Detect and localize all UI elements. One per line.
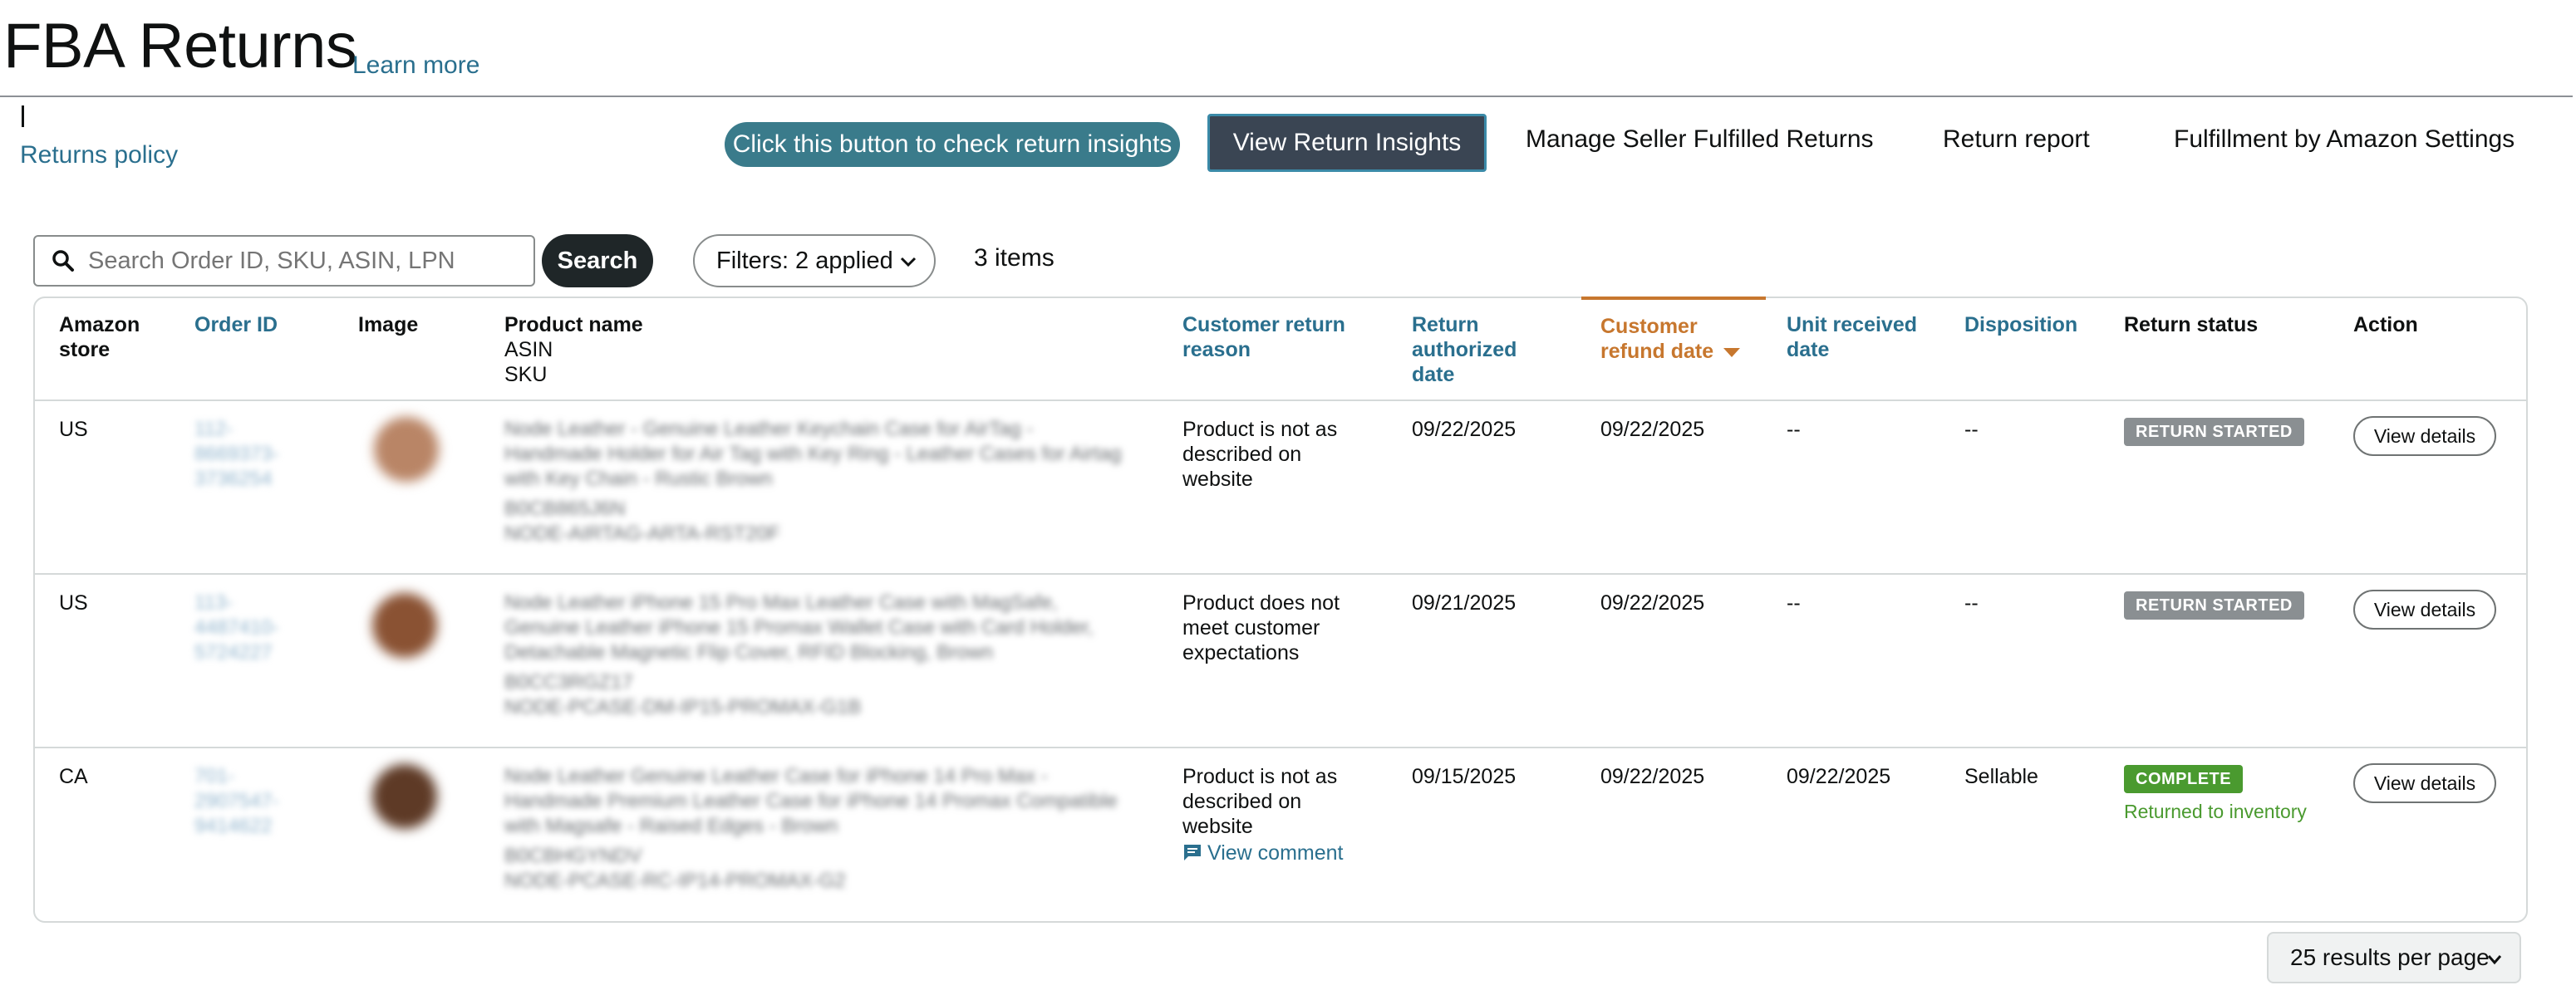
search-input[interactable] — [86, 246, 522, 276]
header-customer-return-reason[interactable]: Customer return reason — [1182, 312, 1345, 362]
filters-label: Filters: 2 applied — [716, 247, 893, 274]
text-cursor — [22, 105, 24, 127]
status-badge: COMPLETE — [2124, 765, 2244, 793]
cell-store: CA — [59, 765, 88, 788]
header-product-name: Product name ASIN SKU — [504, 313, 643, 386]
row-divider — [35, 747, 2526, 748]
order-id-link[interactable]: 112- 8669373- 3736254 — [194, 417, 278, 492]
insights-hint-bubble: Click this button to check return insigh… — [725, 122, 1180, 167]
search-button[interactable]: Search — [542, 234, 653, 287]
cell-return-reason: Product does not meet customer expectation… — [1182, 591, 1340, 664]
page-title: FBA Returns — [3, 11, 357, 81]
view-return-insights-button[interactable]: View Return Insights — [1207, 114, 1487, 172]
sort-descending-icon — [1723, 339, 1741, 364]
header-action: Action — [2353, 313, 2418, 336]
return-report-link[interactable]: Return report — [1943, 125, 2090, 154]
cell-return-reason: Product is not as described on website Vie… — [1182, 764, 1344, 867]
cell-refund-date: 09/22/2025 — [1600, 418, 1705, 441]
product-info[interactable]: Node Leather - Genuine Leather Keychain … — [504, 417, 1153, 547]
header-amazon-store: Amazon store — [59, 313, 140, 361]
returns-policy-link[interactable]: Returns policy — [20, 141, 178, 169]
order-id-link[interactable]: 113- 4487410- 5724227 — [194, 591, 278, 665]
title-divider — [0, 96, 2573, 97]
cell-store: US — [59, 418, 88, 441]
comment-icon — [1182, 842, 1202, 867]
sorted-column-indicator — [1581, 297, 1766, 300]
header-unit-received-date[interactable]: Unit received date — [1787, 312, 1917, 362]
chevron-down-icon — [897, 251, 919, 279]
product-info[interactable]: Node Leather iPhone 15 Pro Max Leather C… — [504, 591, 1153, 720]
results-per-page-label: 25 results per page — [2290, 944, 2490, 970]
product-image[interactable] — [372, 593, 437, 658]
cell-disposition: Sellable — [1964, 765, 2038, 788]
chevron-down-icon — [2485, 949, 2505, 975]
order-id-link[interactable]: 701- 2907547- 9414622 — [194, 764, 278, 839]
results-per-page-dropdown[interactable]: 25 results per page — [2267, 932, 2521, 983]
product-info[interactable]: Node Leather Genuine Leather Case for iP… — [504, 764, 1153, 894]
learn-more-link[interactable]: Learn more — [352, 51, 479, 80]
filters-dropdown[interactable]: Filters: 2 applied — [693, 234, 936, 287]
product-image[interactable] — [374, 417, 439, 482]
header-image: Image — [358, 313, 419, 336]
row-divider — [35, 400, 2526, 401]
header-disposition[interactable]: Disposition — [1964, 312, 2077, 337]
header-order-id[interactable]: Order ID — [194, 312, 278, 337]
cell-authorized-date: 09/21/2025 — [1412, 591, 1517, 615]
manage-seller-fulfilled-returns-link[interactable]: Manage Seller Fulfilled Returns — [1526, 125, 1874, 154]
cell-refund-date: 09/22/2025 — [1600, 591, 1705, 615]
status-subtext: Returned to inventory — [2124, 801, 2307, 822]
header-customer-refund-date[interactable]: Customer refund date — [1600, 314, 1741, 364]
items-count: 3 items — [974, 244, 1054, 272]
cell-disposition: -- — [1964, 418, 1979, 441]
cell-received-date: -- — [1787, 418, 1801, 441]
status-badge: RETURN STARTED — [2124, 418, 2304, 446]
view-details-button[interactable]: View details — [2353, 416, 2496, 456]
cell-received-date: -- — [1787, 591, 1801, 615]
search-icon — [52, 249, 75, 272]
cell-authorized-date: 09/15/2025 — [1412, 765, 1517, 788]
cell-refund-date: 09/22/2025 — [1600, 765, 1705, 788]
product-image[interactable] — [372, 764, 437, 829]
header-return-status: Return status — [2124, 313, 2259, 336]
cell-disposition: -- — [1964, 591, 1979, 615]
view-details-button[interactable]: View details — [2353, 590, 2496, 630]
header-return-authorized-date[interactable]: Return authorized date — [1412, 312, 1517, 387]
view-comment-link[interactable]: View comment — [1182, 839, 1344, 867]
row-divider — [35, 573, 2526, 575]
status-badge: RETURN STARTED — [2124, 591, 2304, 620]
view-details-button[interactable]: View details — [2353, 763, 2496, 803]
fba-settings-link[interactable]: Fulfillment by Amazon Settings — [2174, 125, 2515, 154]
cell-authorized-date: 09/22/2025 — [1412, 418, 1517, 441]
cell-received-date: 09/22/2025 — [1787, 765, 1891, 788]
cell-return-reason: Product is not as described on website — [1182, 418, 1338, 491]
cell-store: US — [59, 591, 88, 615]
search-box[interactable] — [33, 235, 535, 287]
